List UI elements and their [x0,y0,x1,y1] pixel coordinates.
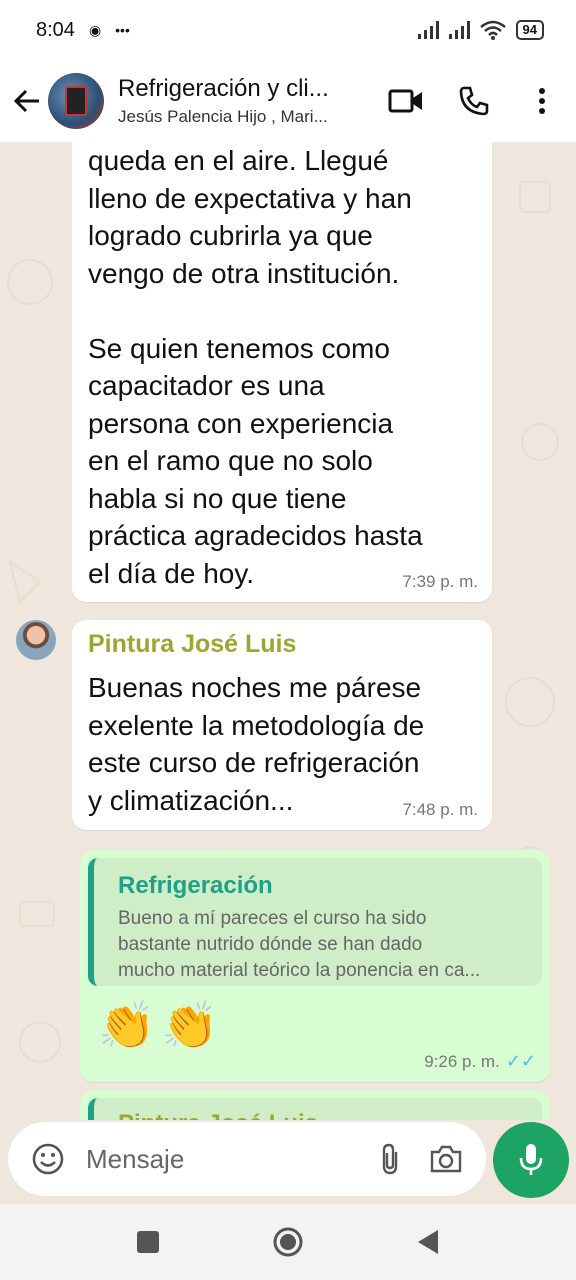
sender-name[interactable]: Pintura José Luis [88,630,476,659]
outgoing-message[interactable]: Refrigeración Bueno a mí pareces el curs… [80,850,550,1082]
status-left: 8:04 ◉ ••• [36,19,130,42]
quoted-sender: Refrigeración [118,872,273,899]
sender-avatar[interactable] [16,620,56,660]
group-avatar[interactable] [48,73,104,129]
quoted-message[interactable]: Refrigeración Bueno a mí pareces el curs… [88,858,542,986]
chat-title-block[interactable]: Refrigeración y cli... Jesús Palencia Hi… [118,75,386,127]
quoted-line: bastante nutrido dónde se han dado [118,934,423,955]
quoted-sender: Pintura José Luis [118,1110,524,1120]
message-time: 7:39 p. m. [402,572,478,591]
back-button[interactable] [408,1222,448,1262]
emoji-icon[interactable] [28,1139,68,1179]
avatar-image-icon [65,86,87,116]
status-right: 94 [417,20,544,40]
wifi-icon [479,20,506,40]
signal-icon-2 [448,21,470,39]
clapping-hands-emoji: 👏👏 [98,999,225,1051]
more-options-icon[interactable] [522,81,562,121]
status-time: 8:04 [36,18,75,41]
quoted-line: mucho material teórico la ponencia en ca… [118,960,481,981]
chat-header: Refrigeración y cli... Jesús Palencia Hi… [0,60,576,142]
microphone-button[interactable] [493,1122,569,1198]
notification-icon: ◉ [88,21,102,38]
voice-call-icon[interactable] [454,81,494,121]
read-receipt-icon: ✓✓ [505,1051,536,1071]
message-text: Buenas noches me párese exelente la meto… [88,672,425,816]
chat-participants: Jesús Palencia Hijo , Mari... [118,107,328,126]
more-notifications-icon: ••• [115,22,130,38]
system-navigation-bar [0,1204,576,1280]
message-composer: Mensaje [8,1122,486,1196]
attach-icon[interactable] [370,1139,410,1179]
message-input[interactable]: Mensaje [86,1144,354,1175]
quoted-message[interactable]: Pintura José Luis [88,1098,542,1120]
back-arrow-icon[interactable] [10,84,44,118]
message-text: queda en el aire. Llegué lleno de expect… [88,145,423,589]
home-button[interactable] [268,1222,308,1262]
quoted-line: Bueno a mí pareces el curso ha sido [118,908,427,929]
recents-button[interactable] [128,1222,168,1262]
outgoing-message[interactable]: Pintura José Luis [80,1090,550,1120]
camera-icon[interactable] [426,1139,466,1179]
signal-icon-1 [417,21,439,39]
message-time: 7:48 p. m. [402,800,478,819]
status-bar: 8:04 ◉ ••• 94 [0,0,576,60]
incoming-message[interactable]: queda en el aire. Llegué lleno de expect… [72,142,492,602]
incoming-message[interactable]: Pintura José Luis Buenas noches me páres… [72,620,492,830]
message-time: 9:26 p. m. [424,1052,500,1071]
message-time-block: 9:26 p. m. ✓✓ [424,1051,536,1072]
video-call-icon[interactable] [386,81,426,121]
quoted-text: Bueno a mí pareces el curso ha sido bast… [118,906,524,984]
header-actions [386,81,562,121]
chat-title: Refrigeración y cli... [118,75,329,102]
microphone-icon [519,1144,543,1175]
chat-area[interactable]: queda en el aire. Llegué lleno de expect… [0,142,576,1120]
battery-icon: 94 [515,20,544,40]
